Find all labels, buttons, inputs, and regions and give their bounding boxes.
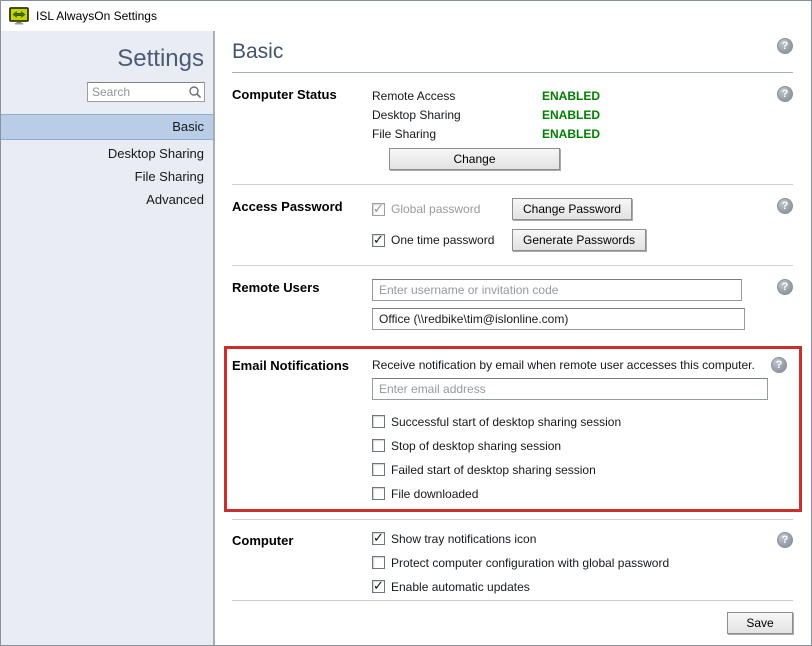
main-panel: Basic Computer Status Remote Access ENAB… xyxy=(215,31,811,645)
section-email-notifications: Email Notifications Receive notification… xyxy=(232,357,787,500)
email-checkbox-failed-start[interactable]: Failed start of desktop sharing session xyxy=(372,463,787,476)
sidebar-item-desktop-sharing[interactable]: Desktop Sharing xyxy=(1,142,213,165)
checkbox-label: Successful start of desktop sharing sess… xyxy=(391,415,621,429)
remote-user-input[interactable] xyxy=(372,279,742,301)
help-icon-remote-users[interactable] xyxy=(777,279,793,295)
one-time-password-checkbox[interactable]: One time password xyxy=(372,233,512,247)
computer-checkbox-auto-updates[interactable]: Enable automatic updates xyxy=(372,580,669,593)
save-button[interactable]: Save xyxy=(727,612,793,634)
section-computer: Computer Show tray notifications icon Pr… xyxy=(232,519,793,607)
generate-passwords-button[interactable]: Generate Passwords xyxy=(512,229,646,251)
computer-checkbox-protect-config[interactable]: Protect computer configuration with glob… xyxy=(372,556,669,569)
sidebar-item-basic[interactable]: Basic xyxy=(1,114,213,140)
section-title: Email Notifications xyxy=(232,357,372,373)
checkbox-label: Show tray notifications icon xyxy=(391,532,536,546)
email-checkbox-file-downloaded[interactable]: File downloaded xyxy=(372,487,787,500)
checkbox-box[interactable] xyxy=(372,532,385,545)
checkbox-label: Enable automatic updates xyxy=(391,580,530,594)
sidebar-nav: Basic Desktop Sharing File Sharing Advan… xyxy=(1,114,213,211)
isl-alwayson-app-icon xyxy=(9,7,29,25)
status-row: File Sharing ENABLED xyxy=(372,124,600,143)
checkbox-label: Failed start of desktop sharing session xyxy=(391,463,596,477)
email-checkbox-successful-start[interactable]: Successful start of desktop sharing sess… xyxy=(372,415,787,428)
sidebar-title: Settings xyxy=(1,45,213,73)
status-label: Desktop Sharing xyxy=(372,108,542,122)
checkbox-box[interactable] xyxy=(372,580,385,593)
change-button[interactable]: Change xyxy=(389,148,560,170)
status-row: Remote Access ENABLED xyxy=(372,86,600,105)
help-icon-access-password[interactable] xyxy=(777,198,793,214)
sidebar-item-advanced[interactable]: Advanced xyxy=(1,188,213,211)
checkbox-box xyxy=(372,203,385,216)
email-notifications-description: Receive notification by email when remot… xyxy=(372,357,765,372)
checkbox-box[interactable] xyxy=(372,415,385,428)
checkbox-label: Global password xyxy=(391,202,480,216)
titlebar: ISL AlwaysOn Settings xyxy=(1,1,811,31)
checkbox-box[interactable] xyxy=(372,556,385,569)
help-icon-computer-status[interactable] xyxy=(777,86,793,102)
checkbox-label: One time password xyxy=(391,233,494,247)
checkbox-label: File downloaded xyxy=(391,487,478,501)
sidebar-item-file-sharing[interactable]: File Sharing xyxy=(1,165,213,188)
computer-checkbox-tray-icon[interactable]: Show tray notifications icon xyxy=(372,532,669,545)
checkbox-box[interactable] xyxy=(372,234,385,247)
checkbox-box[interactable] xyxy=(372,487,385,500)
remote-user-entry[interactable] xyxy=(372,308,745,330)
status-row: Desktop Sharing ENABLED xyxy=(372,105,600,124)
section-title: Computer xyxy=(232,532,372,548)
search-icon xyxy=(188,85,202,99)
checkbox-label: Stop of desktop sharing session xyxy=(391,439,561,453)
section-title: Remote Users xyxy=(232,279,372,295)
footer: Save xyxy=(232,600,793,634)
email-checkbox-stop-session[interactable]: Stop of desktop sharing session xyxy=(372,439,787,452)
settings-window: ISL AlwaysOn Settings Settings Basic Des… xyxy=(0,0,812,646)
help-icon-computer[interactable] xyxy=(777,532,793,548)
checkbox-label: Protect computer configuration with glob… xyxy=(391,556,669,570)
highlight-red-frame: Email Notifications Receive notification… xyxy=(224,346,802,512)
status-label: File Sharing xyxy=(372,127,542,141)
page-header: Basic xyxy=(232,31,793,73)
page-title: Basic xyxy=(232,38,283,66)
checkbox-box[interactable] xyxy=(372,463,385,476)
status-badge: ENABLED xyxy=(542,127,600,141)
search-box xyxy=(87,82,205,102)
section-computer-status: Computer Status Remote Access ENABLED De… xyxy=(232,73,793,185)
section-remote-users: Remote Users xyxy=(232,266,793,344)
status-badge: ENABLED xyxy=(542,108,600,122)
window-title: ISL AlwaysOn Settings xyxy=(36,9,157,23)
section-access-password: Access Password Global password Change P… xyxy=(232,185,793,266)
change-password-button[interactable]: Change Password xyxy=(512,198,632,220)
global-password-checkbox: Global password xyxy=(372,202,512,216)
help-icon-page[interactable] xyxy=(777,38,793,54)
section-title: Computer Status xyxy=(232,86,372,102)
status-label: Remote Access xyxy=(372,89,542,103)
help-icon-email-notifications[interactable] xyxy=(771,357,787,373)
email-address-input[interactable] xyxy=(372,378,768,400)
section-title: Access Password xyxy=(232,198,372,214)
status-badge: ENABLED xyxy=(542,89,600,103)
sidebar: Settings Basic Desktop Sharing File Shar… xyxy=(1,31,215,645)
checkbox-box[interactable] xyxy=(372,439,385,452)
